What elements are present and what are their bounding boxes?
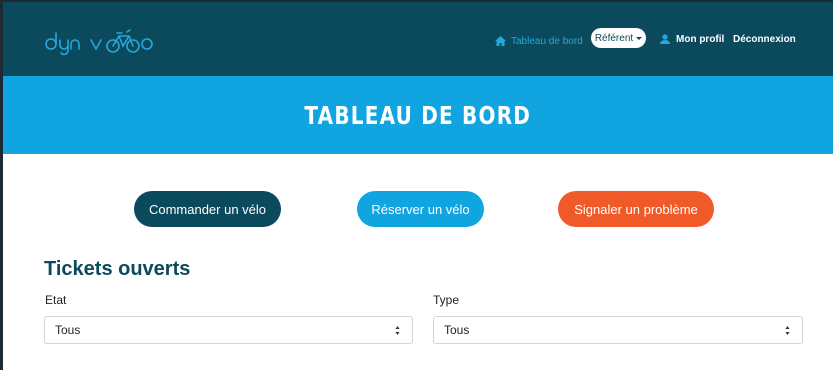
nav-home-link[interactable]: Tableau de bord [495, 30, 583, 52]
etat-filter-value: Tous [55, 323, 81, 337]
referent-dropdown[interactable]: Référent [591, 28, 646, 48]
report-problem-button[interactable]: Signaler un problème [558, 191, 714, 227]
order-bike-button[interactable]: Commander un vélo [134, 191, 281, 227]
nav-logout-link[interactable]: Déconnexion [733, 28, 796, 50]
home-icon [495, 36, 506, 46]
nav-profile-link[interactable]: Mon profil [660, 28, 724, 50]
type-filter-select[interactable]: Tous [433, 316, 803, 344]
page-banner: TABLEAU DE BORD [3, 76, 833, 154]
etat-filter-label: Etat [45, 293, 67, 307]
page-title: TABLEAU DE BORD [304, 100, 532, 130]
tickets-section-title: Tickets ouverts [44, 258, 191, 280]
user-icon [660, 34, 670, 44]
nav-logout-label: Déconnexion [733, 33, 796, 45]
referent-label: Référent [594, 32, 634, 44]
etat-filter-select[interactable]: Tous [44, 316, 413, 344]
select-arrows-icon [785, 326, 790, 335]
nav-home-label: Tableau de bord [511, 35, 583, 47]
type-filter-label: Type [433, 293, 460, 307]
nav-profile-label: Mon profil [676, 33, 725, 45]
reserve-bike-button[interactable]: Réserver un vélo [357, 191, 484, 227]
select-arrows-icon [395, 326, 400, 335]
caret-down-icon [636, 36, 643, 40]
dynavo-logo-icon[interactable] [43, 20, 163, 60]
type-filter-value: Tous [444, 323, 470, 337]
